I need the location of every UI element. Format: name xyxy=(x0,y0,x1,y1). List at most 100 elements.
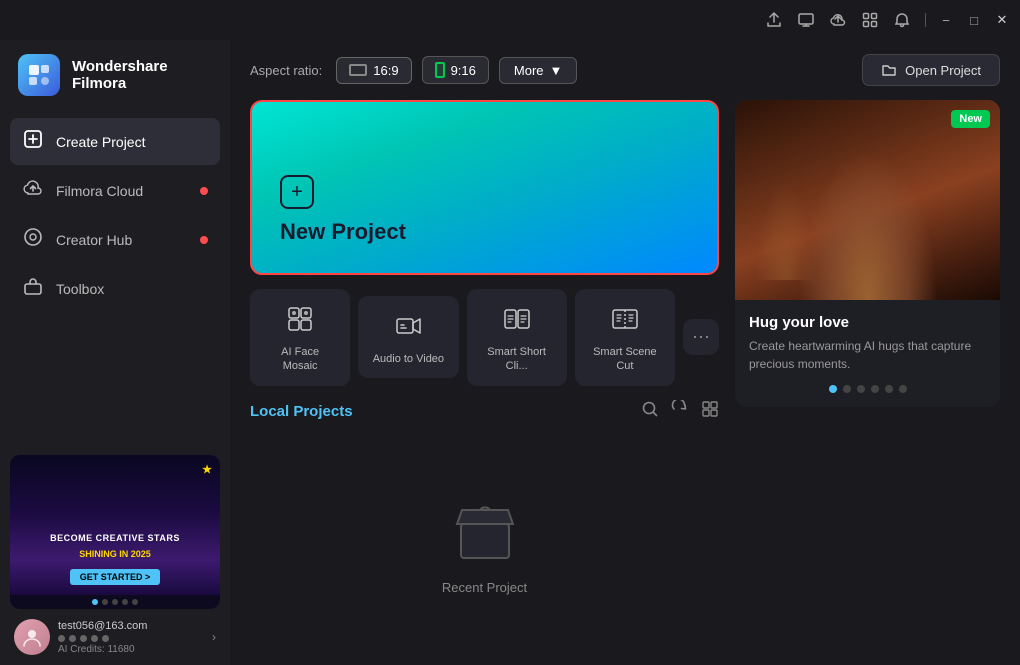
content-area: + New Project xyxy=(230,100,1020,665)
banner-star-icon: ★ xyxy=(202,463,212,476)
maximize-button[interactable]: □ xyxy=(966,12,982,28)
bell-icon[interactable] xyxy=(893,11,911,29)
app-body: Wondershare Filmora Create Project xyxy=(0,40,1020,665)
banner-dot-4 xyxy=(122,599,128,605)
logo-text: Wondershare Filmora xyxy=(72,58,168,92)
promo-dot-1 xyxy=(829,385,837,393)
banner-dot-1 xyxy=(92,599,98,605)
banner-dots xyxy=(10,595,220,609)
more-actions-button[interactable]: ⋯ xyxy=(683,319,719,355)
titlebar-divider xyxy=(925,13,926,27)
topbar: Aspect ratio: 16:9 9:16 More ▼ Open Proj… xyxy=(230,40,1020,100)
banner-dot-5 xyxy=(132,599,138,605)
window-controls: − □ ✕ xyxy=(938,12,1010,28)
refresh-projects-button[interactable] xyxy=(671,400,689,423)
empty-state: Recent Project xyxy=(250,437,719,645)
user-social-icon-4 xyxy=(91,635,98,642)
smart-short-clip-label: Smart Short Cli... xyxy=(481,345,553,374)
promo-dot-5 xyxy=(885,385,893,393)
sidebar-item-creator-hub[interactable]: Creator Hub xyxy=(10,216,220,263)
user-credits: AI Credits: 11680 xyxy=(58,644,204,655)
action-smart-scene-cut[interactable]: Smart Scene Cut xyxy=(575,289,675,386)
aspect-9-16-icon xyxy=(435,62,445,78)
banner-image: BECOME CREATIVE STARS SHINING IN 2025 GE… xyxy=(10,455,220,595)
banner-dot-2 xyxy=(102,599,108,605)
user-email: test056@163.com xyxy=(58,620,204,632)
local-projects-title: Local Projects xyxy=(250,403,353,420)
sidebar-nav: Create Project Filmora Cloud xyxy=(0,118,230,312)
titlebar: − □ ✕ xyxy=(0,0,1020,40)
banner-get-started-button[interactable]: GET STARTED > xyxy=(70,569,161,585)
aspect-9-16-button[interactable]: 9:16 xyxy=(422,56,489,84)
user-expand-button[interactable]: › xyxy=(212,630,216,644)
user-avatar xyxy=(14,619,50,655)
sidebar-item-create-project[interactable]: Create Project xyxy=(10,118,220,165)
main-content: Aspect ratio: 16:9 9:16 More ▼ Open Proj… xyxy=(230,40,1020,665)
view-toggle-button[interactable] xyxy=(701,400,719,423)
user-social-icon-2 xyxy=(69,635,76,642)
audio-to-video-icon xyxy=(390,308,426,344)
action-smart-short-cli[interactable]: Smart Short Cli... xyxy=(467,289,567,386)
promo-dot-2 xyxy=(843,385,851,393)
promo-dot-3 xyxy=(857,385,865,393)
promo-card: New Hug your love Create heartwarming AI… xyxy=(735,100,1000,407)
sidebar-item-toolbox[interactable]: Toolbox xyxy=(10,265,220,312)
search-projects-button[interactable] xyxy=(641,400,659,423)
user-profile: test056@163.com AI Credits: 11680 › xyxy=(0,609,230,665)
create-project-icon xyxy=(22,129,44,154)
sidebar-banner: BECOME CREATIVE STARS SHINING IN 2025 GE… xyxy=(10,455,220,609)
user-info: test056@163.com AI Credits: 11680 xyxy=(58,620,204,655)
new-project-card[interactable]: + New Project xyxy=(250,100,719,275)
ai-face-mosaic-icon xyxy=(282,301,318,337)
promo-carousel-dots xyxy=(749,385,986,393)
share-icon[interactable] xyxy=(765,11,783,29)
aspect-16-9-icon xyxy=(349,64,367,76)
filmora-cloud-icon xyxy=(22,178,44,203)
sidebar-item-filmora-cloud[interactable]: Filmora Cloud xyxy=(10,167,220,214)
smart-scene-cut-label: Smart Scene Cut xyxy=(589,345,661,374)
aspect-ratio-label: Aspect ratio: xyxy=(250,63,322,78)
new-badge: New xyxy=(951,110,990,128)
open-project-label: Open Project xyxy=(905,63,981,78)
audio-to-video-label: Audio to Video xyxy=(373,352,444,366)
aspect-9-16-label: 9:16 xyxy=(451,63,476,78)
promo-description: Create heartwarming AI hugs that capture… xyxy=(749,337,986,373)
grid-icon[interactable] xyxy=(861,11,879,29)
open-project-button[interactable]: Open Project xyxy=(862,54,1000,86)
sidebar-item-label: Creator Hub xyxy=(56,232,132,248)
user-social-icon-5 xyxy=(102,635,109,642)
smart-short-clip-icon xyxy=(499,301,535,337)
promo-image: New xyxy=(735,100,1000,300)
action-audio-to-video[interactable]: Audio to Video xyxy=(358,296,458,378)
local-projects-header: Local Projects xyxy=(250,400,719,423)
ai-face-mosaic-label: AI Face Mosaic xyxy=(264,345,336,374)
quick-actions: AI Face Mosaic Audio to Video xyxy=(250,289,719,386)
more-label: More xyxy=(514,63,544,78)
cloud-upload-icon[interactable] xyxy=(829,11,847,29)
promo-dot-6 xyxy=(899,385,907,393)
header-actions xyxy=(641,400,719,423)
right-column: New Hug your love Create heartwarming AI… xyxy=(735,100,1000,645)
sidebar-item-label: Create Project xyxy=(56,134,145,150)
aspect-16-9-label: 16:9 xyxy=(373,63,398,78)
promo-dot-4 xyxy=(871,385,879,393)
new-project-label: New Project xyxy=(280,219,689,245)
left-column: + New Project xyxy=(250,100,719,645)
monitor-icon[interactable] xyxy=(797,11,815,29)
user-social-icon-3 xyxy=(80,635,87,642)
titlebar-icons xyxy=(765,11,926,29)
more-aspect-button[interactable]: More ▼ xyxy=(499,57,578,84)
promo-content: Hug your love Create heartwarming AI hug… xyxy=(735,300,1000,407)
toolbox-icon xyxy=(22,276,44,301)
sidebar: Wondershare Filmora Create Project xyxy=(0,40,230,665)
action-ai-face-mosaic[interactable]: AI Face Mosaic xyxy=(250,289,350,386)
ellipsis-icon: ⋯ xyxy=(692,327,710,348)
sidebar-item-label: Filmora Cloud xyxy=(56,183,143,199)
aspect-16-9-button[interactable]: 16:9 xyxy=(336,57,411,84)
close-button[interactable]: ✕ xyxy=(994,12,1010,28)
brand-name: Wondershare xyxy=(72,58,168,75)
empty-state-text: Recent Project xyxy=(442,580,527,595)
folder-icon xyxy=(881,62,897,78)
minimize-button[interactable]: − xyxy=(938,12,954,28)
product-name: Filmora xyxy=(72,75,168,92)
